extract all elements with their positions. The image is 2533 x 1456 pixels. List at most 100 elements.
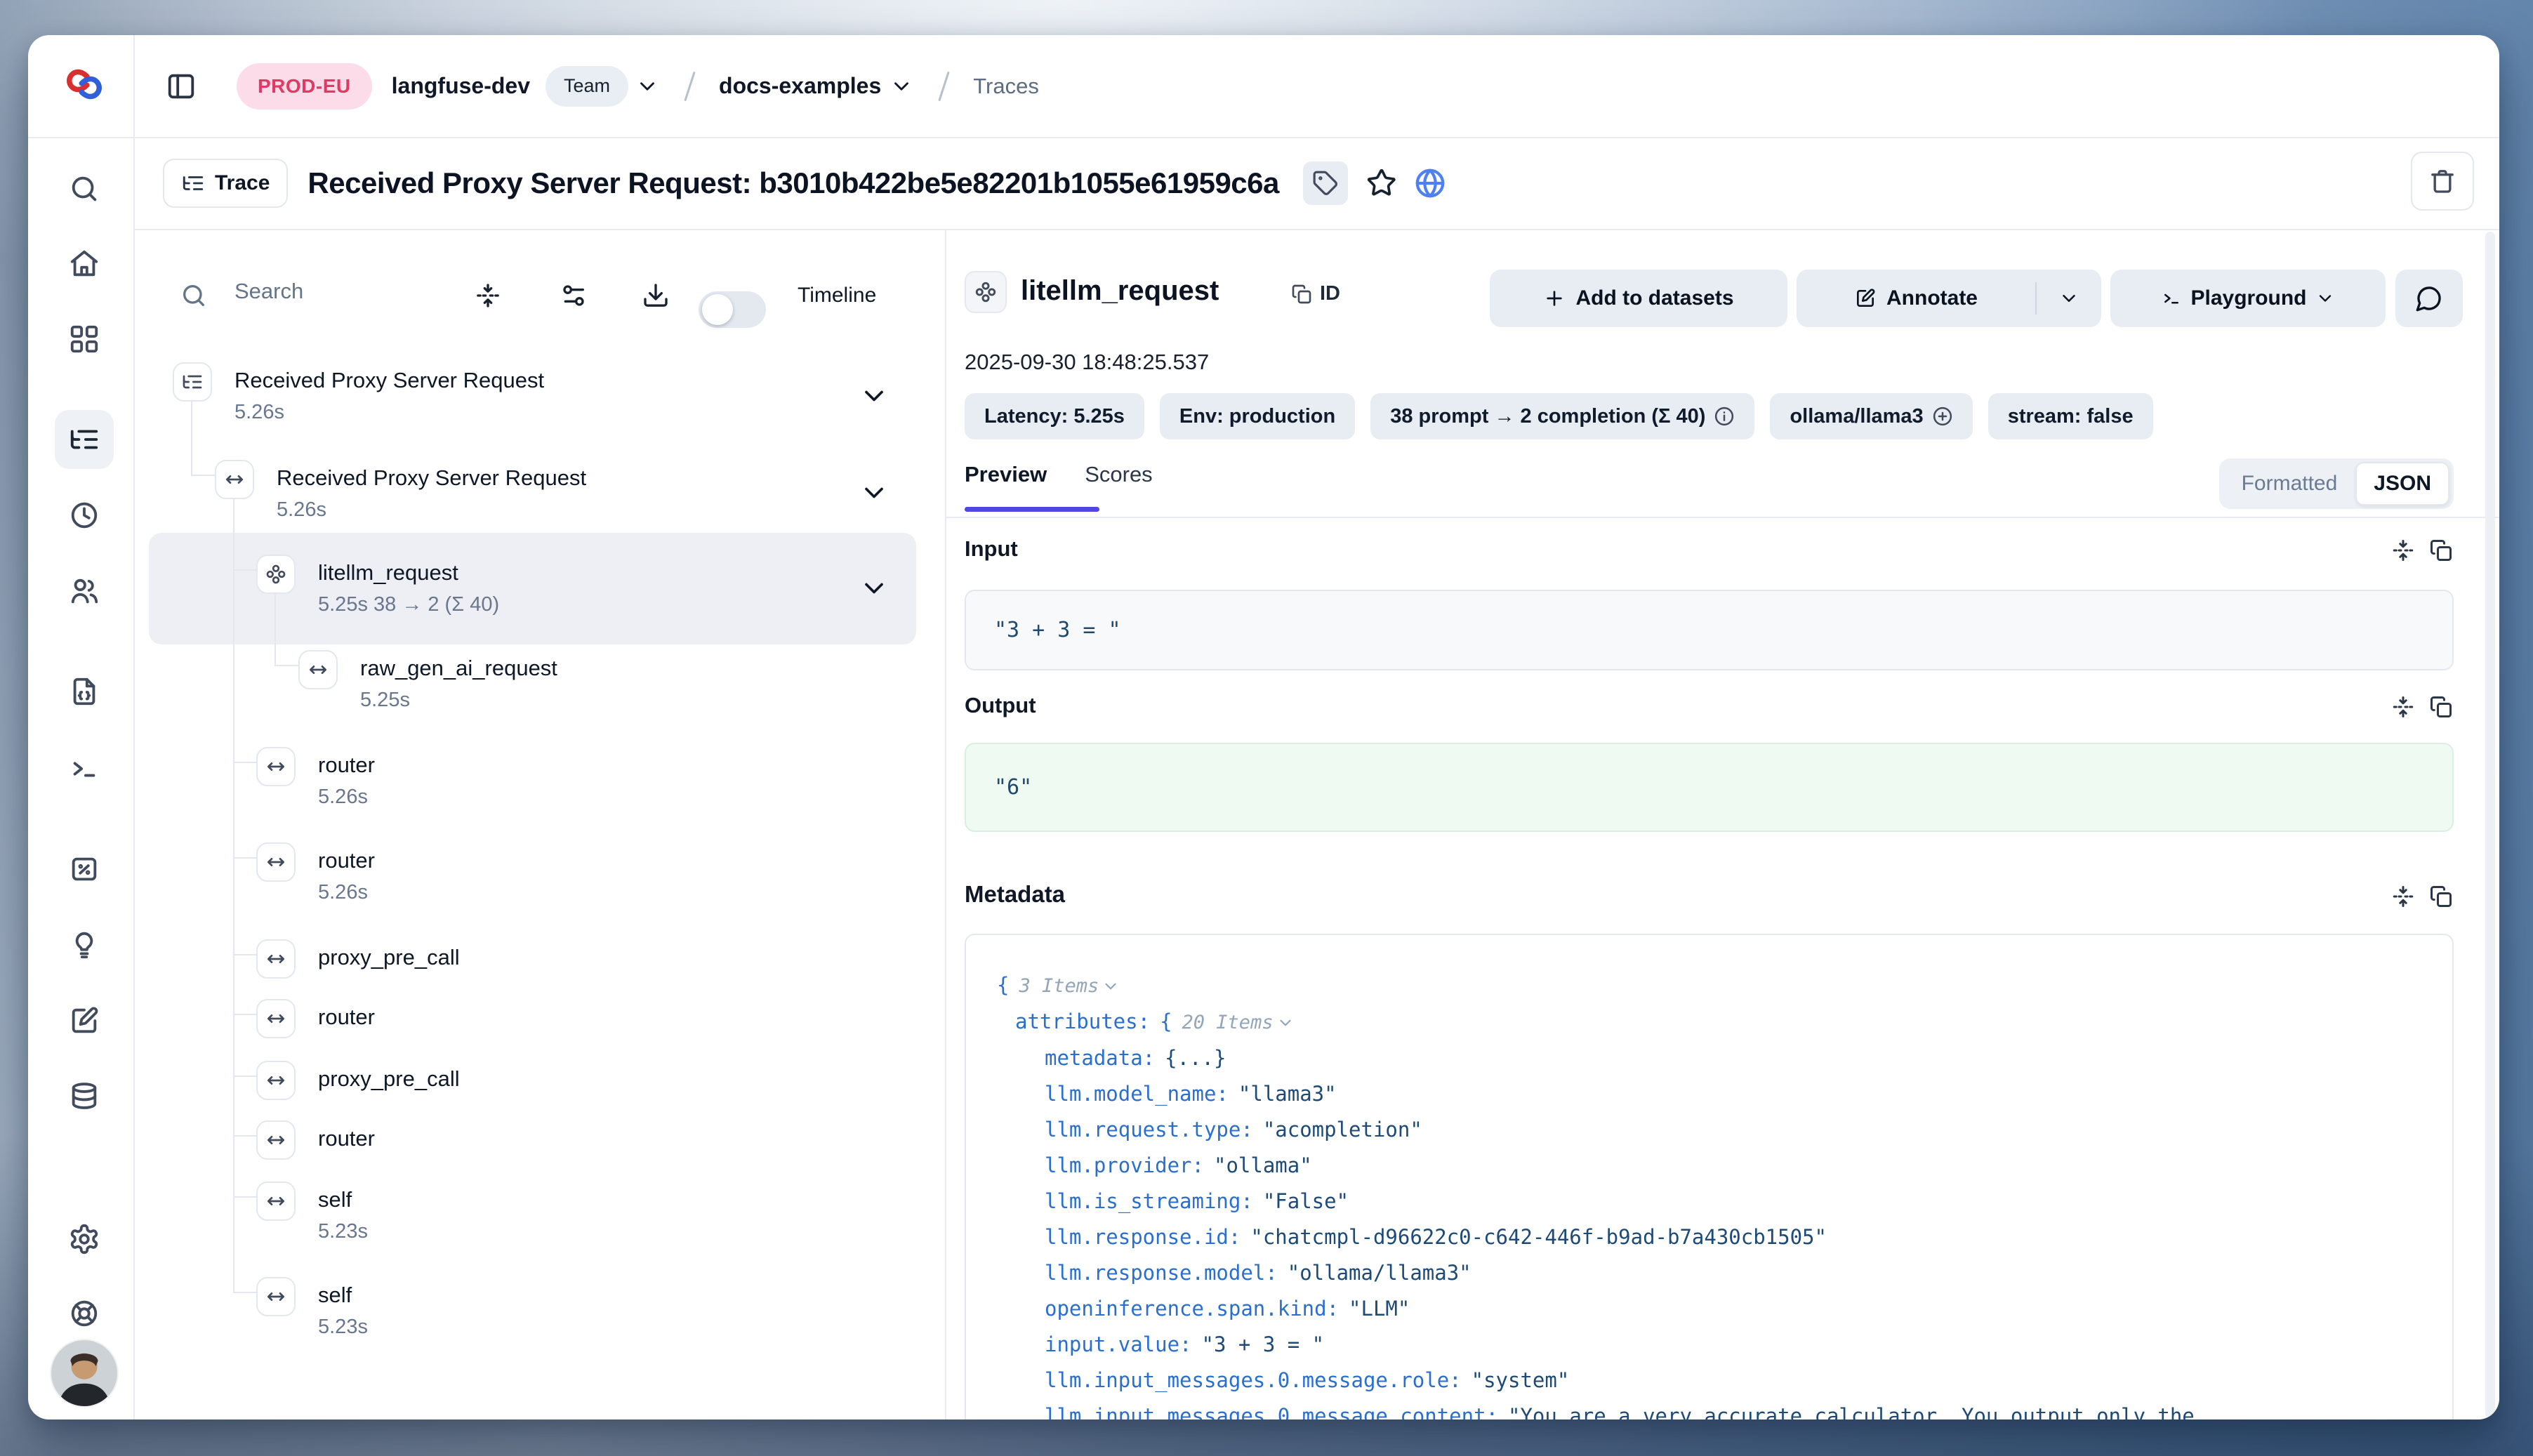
trace-type-chip: Trace xyxy=(163,159,288,208)
delete-trace-button[interactable] xyxy=(2411,152,2474,211)
copy-section-icon[interactable] xyxy=(2428,694,2454,720)
copy-section-icon[interactable] xyxy=(2428,884,2454,909)
sidebar-item-users[interactable] xyxy=(68,575,100,607)
copy-id-button[interactable]: ID xyxy=(1290,282,1340,305)
sidebar-item-dashboards[interactable] xyxy=(68,323,100,355)
tree-row-span[interactable]: raw_gen_ai_request5.25s xyxy=(298,650,557,716)
tab-preview[interactable]: Preview xyxy=(965,462,1047,487)
avatar[interactable] xyxy=(51,1340,117,1406)
input-value-box: "3 + 3 = " xyxy=(965,590,2454,670)
json-line[interactable]: llm.input_messages.0.message.role:"syste… xyxy=(997,1363,2421,1398)
sidebar-item-search[interactable] xyxy=(68,173,100,205)
chevron-down-icon[interactable] xyxy=(859,477,889,508)
tree-guide-elbow xyxy=(233,1135,256,1137)
chevron-down-icon xyxy=(2315,289,2335,308)
breadcrumb-section[interactable]: Traces xyxy=(973,74,1039,99)
collapse-section-icon[interactable] xyxy=(2390,694,2416,720)
comments-button[interactable] xyxy=(2395,270,2463,327)
collapse-all-icon[interactable] xyxy=(474,282,502,310)
chevron-down-icon[interactable] xyxy=(889,74,913,98)
tabs-divider xyxy=(946,517,2499,518)
tree-row-span[interactable]: router xyxy=(256,999,375,1038)
sidebar-item-tracing-active[interactable] xyxy=(55,410,114,469)
sidebar-item-playground[interactable] xyxy=(68,753,100,785)
output-section-label: Output xyxy=(965,693,1036,718)
json-line[interactable]: metadata:{...} xyxy=(997,1040,2421,1076)
langfuse-logo-icon[interactable] xyxy=(63,63,105,105)
breadcrumb-project[interactable]: docs-examples xyxy=(719,73,881,99)
view-mode-toggle: Formatted JSON xyxy=(2219,458,2454,509)
panel-toggle-icon[interactable] xyxy=(165,70,197,102)
tree-row-span[interactable]: router5.26s xyxy=(256,747,375,813)
add-to-datasets-button[interactable]: Add to datasets xyxy=(1490,270,1787,327)
chevron-down-icon[interactable] xyxy=(859,380,889,411)
download-icon[interactable] xyxy=(642,282,670,310)
tree-guide-elbow xyxy=(233,1292,256,1293)
tree-row-span[interactable]: self5.23s xyxy=(256,1277,368,1343)
json-line[interactable]: openinference.span.kind:"LLM" xyxy=(997,1291,2421,1327)
toggle-knob xyxy=(702,294,733,325)
sidebar-item-settings[interactable] xyxy=(68,1223,100,1255)
annotate-button[interactable]: Annotate xyxy=(1797,286,2035,310)
json-line[interactable]: llm.provider:"ollama" xyxy=(997,1148,2421,1184)
tree-row-generation-selected[interactable]: litellm_request5.25s 38 → 2 (Σ 40) xyxy=(256,555,499,621)
detail-tabs: Preview Scores xyxy=(965,462,1153,487)
tree-row-span[interactable]: router xyxy=(256,1120,375,1160)
timestamp: 2025-09-30 18:48:25.537 xyxy=(965,350,1209,375)
span-icon xyxy=(256,842,296,882)
sidebar-item-insights[interactable] xyxy=(68,929,100,961)
json-line[interactable]: llm.model_name:"llama3" xyxy=(997,1076,2421,1112)
timeline-toggle[interactable] xyxy=(699,291,766,328)
collapse-section-icon[interactable] xyxy=(2390,538,2416,563)
copy-icon xyxy=(1290,283,1313,305)
globe-public-icon[interactable] xyxy=(1414,167,1446,199)
tree-row-trace[interactable]: Received Proxy Server Request5.26s xyxy=(173,362,544,428)
sidebar-item-annotations[interactable] xyxy=(68,1005,100,1037)
view-mode-json-active[interactable]: JSON xyxy=(2355,462,2449,505)
sidebar-item-home[interactable] xyxy=(68,247,100,279)
star-button[interactable] xyxy=(1366,168,1397,199)
playground-button[interactable]: Playground xyxy=(2110,270,2386,327)
metadata-json-viewer[interactable]: {3 Items attributes:{20 Items metadata:{… xyxy=(965,934,2454,1419)
tree-row-span[interactable]: proxy_pre_call xyxy=(256,939,460,979)
view-mode-formatted[interactable]: Formatted xyxy=(2223,472,2356,496)
collapse-section-icon[interactable] xyxy=(2390,884,2416,909)
tree-guide-elbow xyxy=(233,857,256,859)
tree-row-span[interactable]: Received Proxy Server Request5.26s xyxy=(215,460,586,526)
sidebar-item-prompts[interactable] xyxy=(68,675,100,708)
tree-settings-icon[interactable] xyxy=(560,282,588,310)
tree-row-span[interactable]: self5.23s xyxy=(256,1182,368,1247)
sidebar-item-sessions[interactable] xyxy=(68,499,100,531)
annotate-dropdown-button[interactable] xyxy=(2037,288,2101,309)
tree-row-span[interactable]: router5.26s xyxy=(256,842,375,908)
json-line[interactable]: {3 Items xyxy=(997,967,2421,1004)
breadcrumb-org[interactable]: langfuse-dev xyxy=(392,73,530,99)
tags-button[interactable] xyxy=(1303,161,1348,205)
model-badge[interactable]: ollama/llama3 xyxy=(1770,393,1972,439)
comment-icon xyxy=(2415,284,2443,312)
json-line[interactable]: llm.response.id:"chatcmpl-d96622c0-c642-… xyxy=(997,1219,2421,1255)
json-line[interactable]: llm.input_messages.0.message.content:"Yo… xyxy=(997,1398,2421,1419)
timeline-toggle-label: Timeline xyxy=(798,284,876,307)
json-line[interactable]: llm.is_streaming:"False" xyxy=(997,1184,2421,1219)
json-line[interactable]: llm.response.model:"ollama/llama3" xyxy=(997,1255,2421,1291)
search-input[interactable] xyxy=(233,278,447,305)
tree-row-span[interactable]: proxy_pre_call xyxy=(256,1061,460,1100)
tab-scores[interactable]: Scores xyxy=(1085,462,1152,487)
chevron-down-icon[interactable] xyxy=(635,74,659,98)
sidebar-item-support[interactable] xyxy=(68,1297,100,1330)
sidebar-item-evaluation[interactable] xyxy=(68,853,100,885)
tree-guide-elbow xyxy=(233,1014,256,1015)
json-line[interactable]: llm.request.type:"acompletion" xyxy=(997,1112,2421,1148)
json-line[interactable]: input.value:"3 + 3 = " xyxy=(997,1327,2421,1363)
tree-guide-elbow xyxy=(233,954,256,955)
pen-icon xyxy=(1854,287,1877,310)
span-icon xyxy=(256,1061,296,1100)
sidebar-item-datasets[interactable] xyxy=(68,1080,100,1113)
tokens-badge[interactable]: 38 prompt → 2 completion (Σ 40) xyxy=(1370,393,1754,439)
copy-section-icon[interactable] xyxy=(2428,538,2454,563)
json-line[interactable]: attributes:{20 Items xyxy=(997,1004,2421,1040)
chevron-down-icon[interactable] xyxy=(859,573,889,604)
active-tab-underline xyxy=(965,507,1099,512)
scrollbar[interactable] xyxy=(2485,232,2495,1418)
